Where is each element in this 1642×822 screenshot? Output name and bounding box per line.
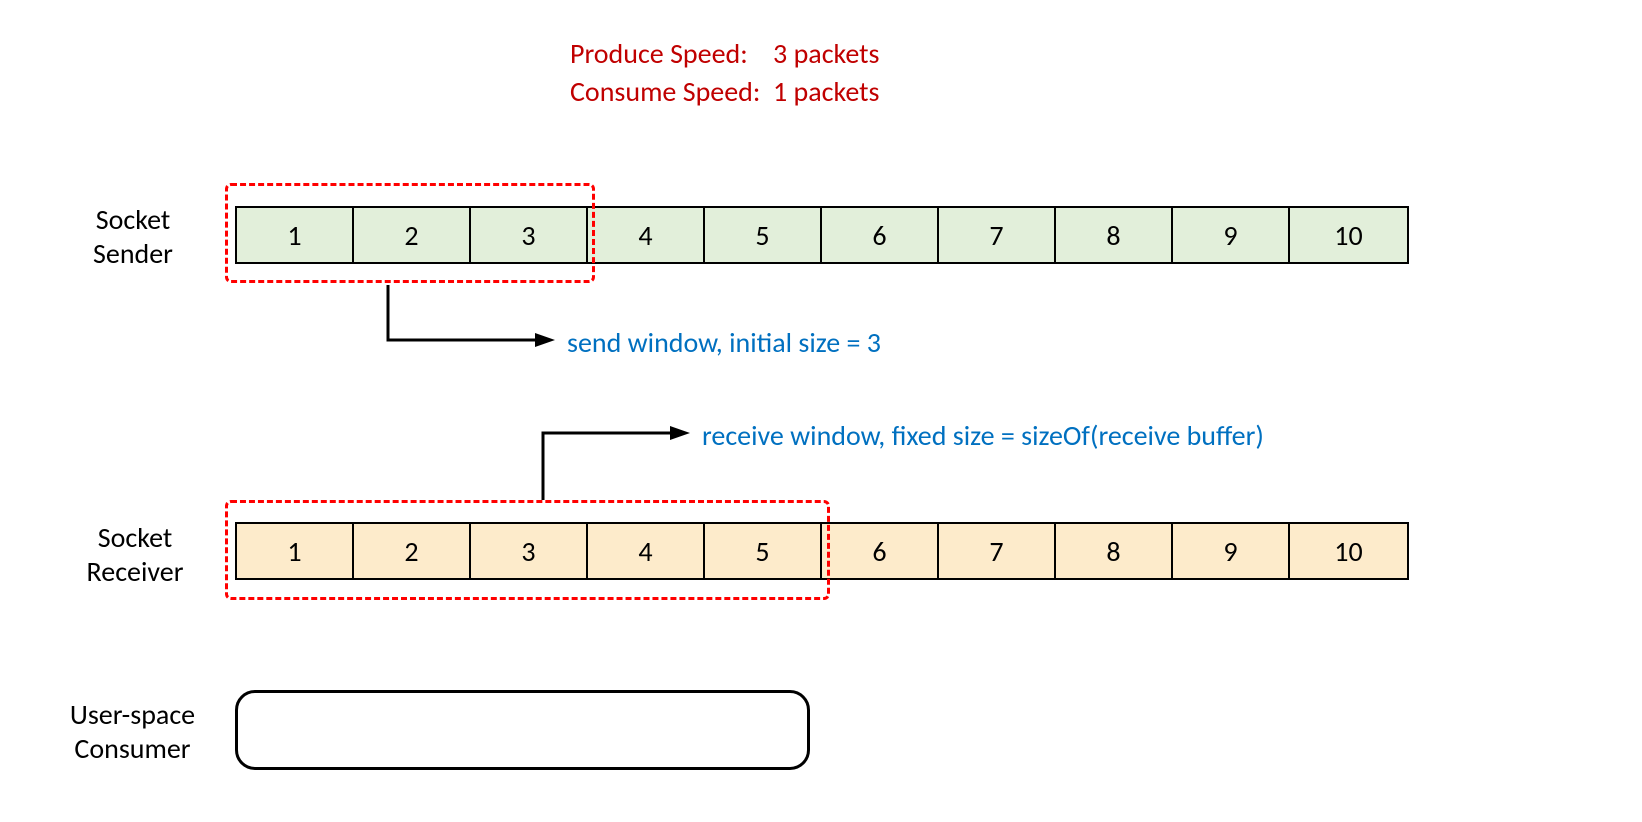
sender-cell: 10 <box>1290 208 1407 262</box>
produce-speed-line: Produce Speed: 3 packets <box>570 35 879 73</box>
consume-speed-line: Consume Speed: 1 packets <box>570 73 879 111</box>
sender-cell: 9 <box>1173 208 1290 262</box>
receiver-cell: 10 <box>1290 524 1407 578</box>
receiver-cell: 9 <box>1173 524 1290 578</box>
speed-info: Produce Speed: 3 packets Consume Speed: … <box>570 35 879 111</box>
sender-cell: 7 <box>939 208 1056 262</box>
sender-cell: 8 <box>1056 208 1173 262</box>
receiver-label-text: Socket Receiver <box>87 520 184 589</box>
sender-cell: 4 <box>588 208 705 262</box>
send-window-arrow <box>380 285 560 360</box>
consumer-box <box>235 690 810 770</box>
receiver-cell: 7 <box>939 524 1056 578</box>
sender-cell: 5 <box>705 208 822 262</box>
consume-speed-value: 1 packets <box>773 74 879 109</box>
receive-window-annotation: receive window, fixed size = sizeOf(rece… <box>702 418 1264 453</box>
sender-cell: 6 <box>822 208 939 262</box>
receive-window-arrow <box>535 418 695 503</box>
consumer-label: User-space Consumer <box>40 698 225 765</box>
produce-speed-value: 3 packets <box>773 36 879 71</box>
receiver-cell: 8 <box>1056 524 1173 578</box>
receiver-cell: 6 <box>822 524 939 578</box>
sender-label-text: Socket Sender <box>93 202 173 271</box>
consume-speed-label: Consume Speed: <box>570 74 760 109</box>
send-window-box <box>225 183 595 283</box>
consumer-label-text: User-space Consumer <box>70 697 195 766</box>
receiver-label: Socket Receiver <box>65 521 205 588</box>
sender-label: Socket Sender <box>68 203 198 270</box>
send-window-annotation: send window, initial size = 3 <box>567 325 881 360</box>
produce-speed-label: Produce Speed: <box>570 36 748 71</box>
receive-window-box <box>225 500 830 600</box>
